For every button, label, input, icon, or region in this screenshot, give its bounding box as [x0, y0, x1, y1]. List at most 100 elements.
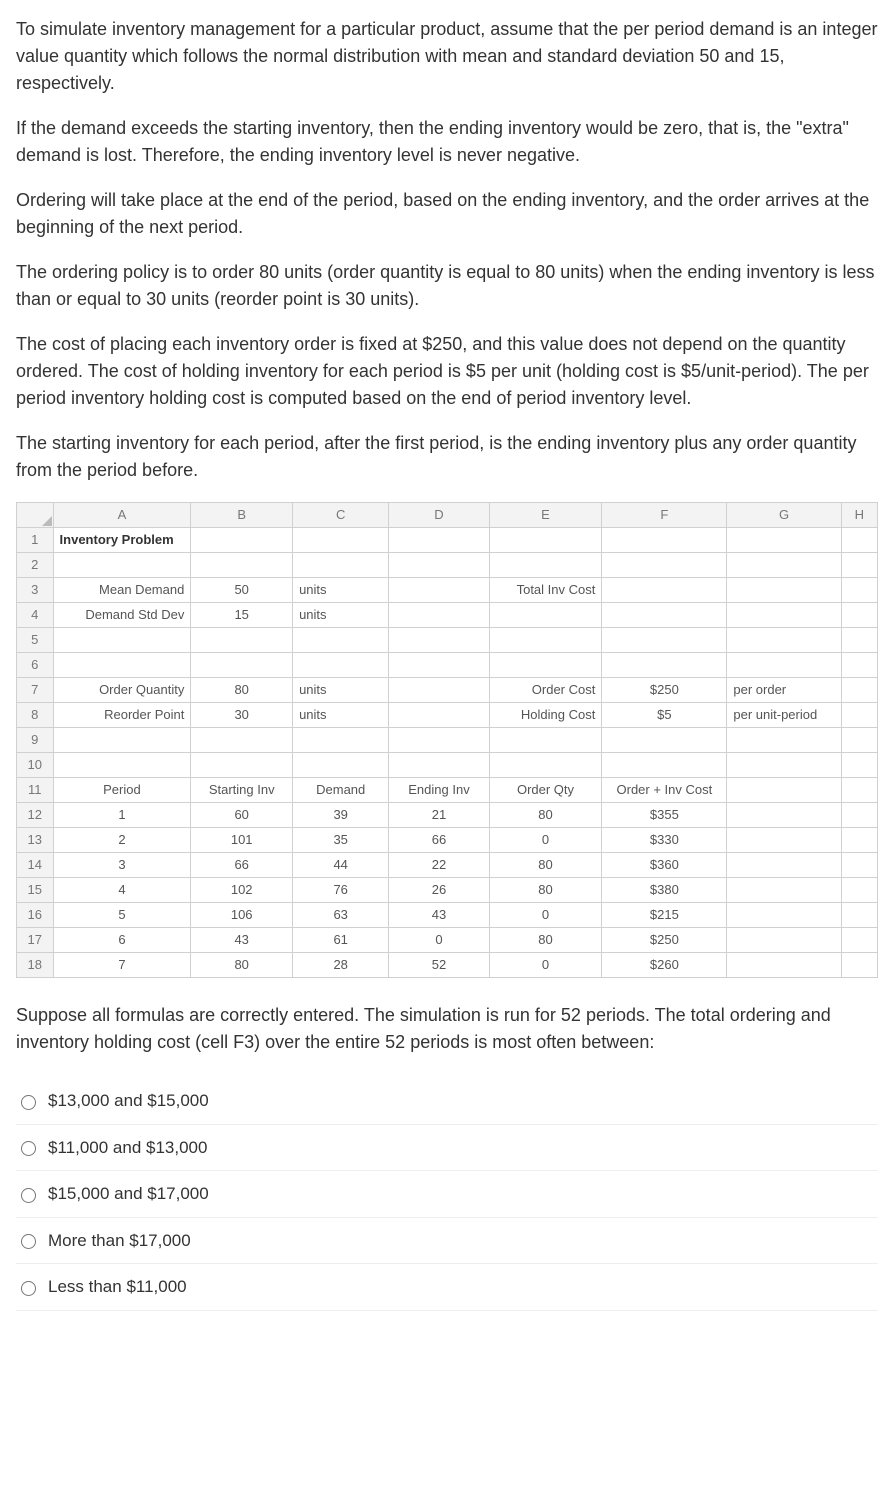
answer-option[interactable]: $15,000 and $17,000: [16, 1171, 878, 1218]
cell[interactable]: Mean Demand: [53, 578, 191, 603]
answer-radio[interactable]: [21, 1141, 36, 1156]
answer-option[interactable]: $13,000 and $15,000: [16, 1078, 878, 1125]
cell[interactable]: units: [293, 703, 389, 728]
row-header[interactable]: 8: [17, 703, 54, 728]
answer-radio[interactable]: [21, 1234, 36, 1249]
cell[interactable]: $5: [602, 703, 727, 728]
row-header[interactable]: 10: [17, 753, 54, 778]
row-header[interactable]: 16: [17, 903, 54, 928]
row-header[interactable]: 13: [17, 828, 54, 853]
cell[interactable]: $250: [602, 678, 727, 703]
answer-radio[interactable]: [21, 1281, 36, 1296]
cell[interactable]: 6: [53, 928, 191, 953]
col-header-G[interactable]: G: [727, 503, 841, 528]
cell[interactable]: $355: [602, 803, 727, 828]
row-header[interactable]: 9: [17, 728, 54, 753]
answer-option[interactable]: More than $17,000: [16, 1218, 878, 1265]
row-header[interactable]: 1: [17, 528, 54, 553]
cell[interactable]: 80: [489, 878, 602, 903]
row-header[interactable]: 5: [17, 628, 54, 653]
cell[interactable]: 63: [293, 903, 389, 928]
cell[interactable]: 80: [489, 803, 602, 828]
cell[interactable]: 28: [293, 953, 389, 978]
cell[interactable]: $360: [602, 853, 727, 878]
cell[interactable]: Period: [53, 778, 191, 803]
row-header[interactable]: 11: [17, 778, 54, 803]
cell[interactable]: 2: [53, 828, 191, 853]
cell[interactable]: $260: [602, 953, 727, 978]
col-header-H[interactable]: H: [841, 503, 877, 528]
row-header[interactable]: 12: [17, 803, 54, 828]
cell[interactable]: Order Quantity: [53, 678, 191, 703]
answer-option[interactable]: $11,000 and $13,000: [16, 1125, 878, 1172]
cell[interactable]: Order + Inv Cost: [602, 778, 727, 803]
answer-radio[interactable]: [21, 1188, 36, 1203]
col-header-E[interactable]: E: [489, 503, 602, 528]
row-header[interactable]: 7: [17, 678, 54, 703]
col-header-B[interactable]: B: [191, 503, 293, 528]
row-header[interactable]: 6: [17, 653, 54, 678]
cell[interactable]: 43: [389, 903, 489, 928]
cell[interactable]: 0: [489, 828, 602, 853]
cell[interactable]: Total Inv Cost: [489, 578, 602, 603]
cell[interactable]: 15: [191, 603, 293, 628]
cell[interactable]: 101: [191, 828, 293, 853]
cell[interactable]: Ending Inv: [389, 778, 489, 803]
cell[interactable]: units: [293, 678, 389, 703]
cell[interactable]: 66: [389, 828, 489, 853]
cell[interactable]: 76: [293, 878, 389, 903]
row-header[interactable]: 18: [17, 953, 54, 978]
cell[interactable]: 35: [293, 828, 389, 853]
cell[interactable]: 80: [489, 853, 602, 878]
cell[interactable]: 4: [53, 878, 191, 903]
row-header[interactable]: 14: [17, 853, 54, 878]
cell[interactable]: units: [293, 578, 389, 603]
cell[interactable]: 22: [389, 853, 489, 878]
col-header-F[interactable]: F: [602, 503, 727, 528]
cell[interactable]: $380: [602, 878, 727, 903]
cell[interactable]: 30: [191, 703, 293, 728]
cell[interactable]: Demand: [293, 778, 389, 803]
cell[interactable]: 39: [293, 803, 389, 828]
cell[interactable]: $215: [602, 903, 727, 928]
row-header[interactable]: 2: [17, 553, 54, 578]
cell[interactable]: 106: [191, 903, 293, 928]
cell[interactable]: Order Cost: [489, 678, 602, 703]
cell[interactable]: 7: [53, 953, 191, 978]
col-header-A[interactable]: A: [53, 503, 191, 528]
cell[interactable]: Order Qty: [489, 778, 602, 803]
cell[interactable]: units: [293, 603, 389, 628]
cell[interactable]: Demand Std Dev: [53, 603, 191, 628]
cell[interactable]: 102: [191, 878, 293, 903]
cell[interactable]: Inventory Problem: [53, 528, 191, 553]
cell[interactable]: 61: [293, 928, 389, 953]
cell[interactable]: Reorder Point: [53, 703, 191, 728]
col-header-D[interactable]: D: [389, 503, 489, 528]
col-header-C[interactable]: C: [293, 503, 389, 528]
cell[interactable]: $250: [602, 928, 727, 953]
cell[interactable]: 0: [389, 928, 489, 953]
cell[interactable]: 44: [293, 853, 389, 878]
cell[interactable]: 66: [191, 853, 293, 878]
cell[interactable]: 0: [489, 953, 602, 978]
cell[interactable]: 43: [191, 928, 293, 953]
cell[interactable]: 5: [53, 903, 191, 928]
cell[interactable]: 60: [191, 803, 293, 828]
cell[interactable]: 0: [489, 903, 602, 928]
cell[interactable]: per order: [727, 678, 841, 703]
row-header[interactable]: 3: [17, 578, 54, 603]
cell[interactable]: 50: [191, 578, 293, 603]
cell[interactable]: 21: [389, 803, 489, 828]
cell[interactable]: 80: [191, 953, 293, 978]
cell[interactable]: 1: [53, 803, 191, 828]
row-header[interactable]: 15: [17, 878, 54, 903]
cell[interactable]: Starting Inv: [191, 778, 293, 803]
cell[interactable]: $330: [602, 828, 727, 853]
answer-radio[interactable]: [21, 1095, 36, 1110]
cell[interactable]: 26: [389, 878, 489, 903]
cell[interactable]: 80: [489, 928, 602, 953]
row-header[interactable]: 17: [17, 928, 54, 953]
cell[interactable]: 52: [389, 953, 489, 978]
cell[interactable]: 3: [53, 853, 191, 878]
select-all-corner[interactable]: [17, 503, 54, 528]
